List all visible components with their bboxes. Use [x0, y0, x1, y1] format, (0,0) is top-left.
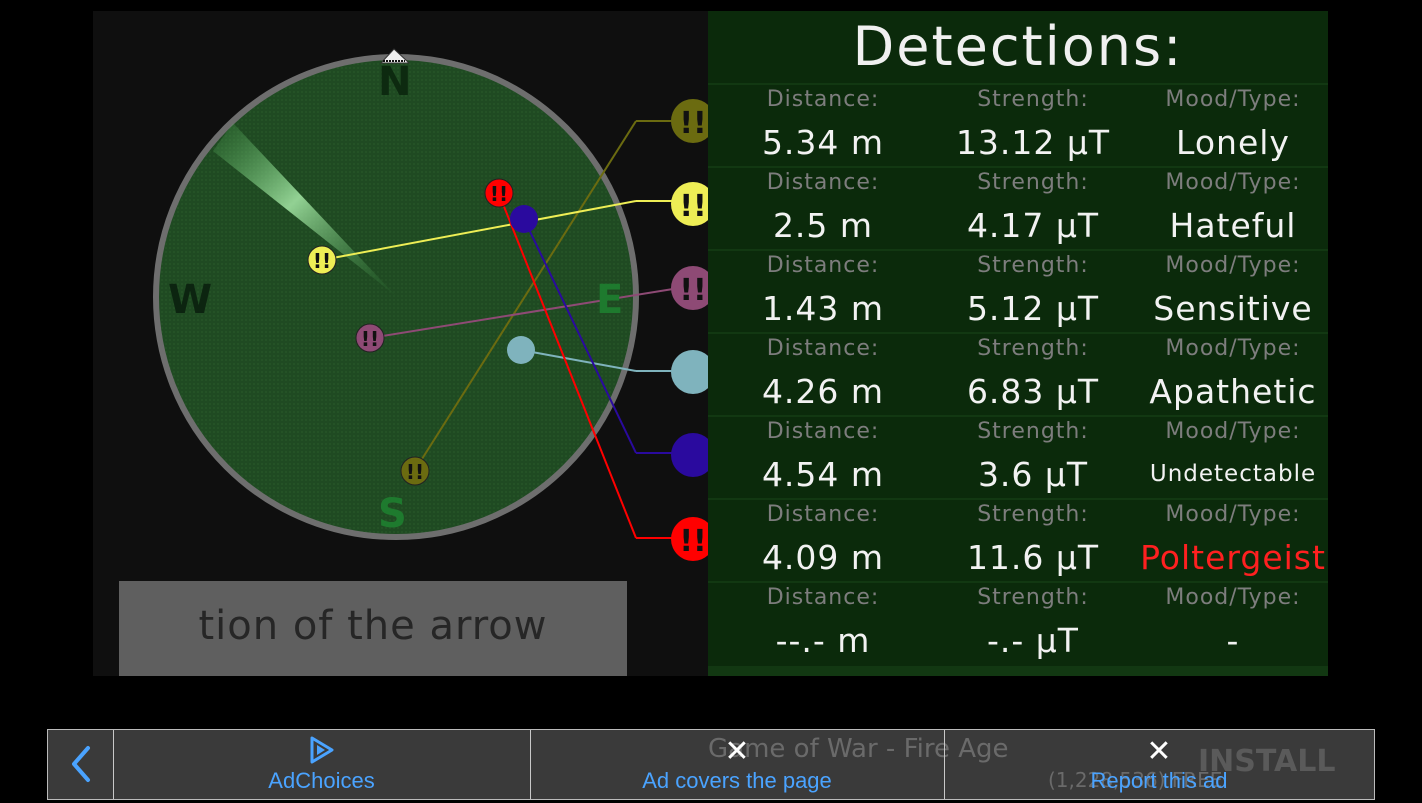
detection-marker-5: [671, 433, 708, 477]
distance-value: --.- m: [775, 621, 871, 660]
detection-marker-2: !!: [671, 182, 708, 226]
mood-value: Hateful: [1169, 206, 1297, 245]
mood-label: Mood/Type:: [1165, 585, 1301, 610]
radar-disc: [153, 54, 639, 540]
mood-label: Mood/Type:: [1165, 336, 1301, 361]
mood-value: Poltergeist: [1140, 538, 1326, 577]
distance-value: 4.54 m: [761, 455, 885, 494]
panel-footer-bar: [708, 666, 1328, 676]
mood-value: -: [1226, 621, 1240, 660]
detection-row: Distance: 2.5 m Strength: 4.17 μT Mood/Typ…: [708, 166, 1328, 250]
strength-value: 13.12 μT: [955, 123, 1111, 162]
strength-label: Strength:: [977, 502, 1089, 527]
mood-label: Mood/Type:: [1165, 419, 1301, 444]
radar-blip-3: !!: [355, 323, 385, 353]
svg-text:!!: !!: [679, 273, 706, 308]
adchoices-icon: [310, 736, 334, 764]
ad-covers-page-button[interactable]: ✕ Ad covers the page: [530, 730, 945, 799]
distance-value: 5.34 m: [761, 123, 885, 162]
compass-south: S: [378, 491, 407, 537]
svg-text:!!: !!: [313, 249, 331, 273]
svg-text:!!: !!: [679, 524, 706, 559]
distance-label: Distance:: [766, 419, 880, 444]
mood-value: Undetectable: [1149, 461, 1317, 487]
chevron-left-icon: [72, 746, 90, 782]
radar-blip-6: !!: [484, 178, 514, 208]
svg-text:!!: !!: [679, 106, 706, 141]
ad-covers-page-label: Ad covers the page: [642, 768, 832, 793]
report-ad-label: Report this ad: [1090, 768, 1228, 793]
mood-label: Mood/Type:: [1165, 87, 1301, 112]
mood-value: Apathetic: [1149, 372, 1317, 411]
distance-label: Distance:: [766, 336, 880, 361]
hint-banner: tion of the arrow: [119, 581, 627, 676]
compass-west: W: [168, 277, 213, 323]
distance-value: 4.26 m: [761, 372, 885, 411]
distance-label: Distance:: [766, 585, 880, 610]
close-icon: ✕: [724, 734, 750, 769]
mood-value: Lonely: [1176, 123, 1290, 162]
adchoices-label: AdChoices: [268, 768, 375, 793]
detection-row: Distance: 5.34 m Strength: 13.12 μT Mood/T…: [708, 83, 1328, 167]
svg-text:!!: !!: [679, 189, 706, 224]
detection-row: Distance: --.- m Strength: -.- μT Mood/Typ…: [708, 581, 1328, 665]
detection-row: Distance: 1.43 m Strength: 5.12 μT Mood/Ty…: [708, 249, 1328, 333]
svg-text:!!: !!: [490, 182, 508, 206]
strength-label: Strength:: [977, 585, 1089, 610]
hint-text: tion of the arrow: [198, 603, 548, 649]
mood-label: Mood/Type:: [1165, 253, 1301, 278]
strength-label: Strength:: [977, 87, 1089, 112]
detection-row: Distance: 4.09 m Strength: 11.6 μT Mood/Ty…: [708, 498, 1328, 582]
mood-value: Sensitive: [1153, 289, 1313, 328]
strength-label: Strength:: [977, 336, 1089, 361]
strength-value: 6.83 μT: [966, 372, 1100, 411]
detection-marker-6: !!: [671, 517, 708, 561]
strength-label: Strength:: [977, 419, 1089, 444]
compass-north: N: [378, 59, 412, 105]
strength-value: 4.17 μT: [966, 206, 1100, 245]
strength-label: Strength:: [977, 170, 1089, 195]
strength-value: -.- μT: [987, 621, 1079, 660]
detection-marker-4: [671, 350, 708, 394]
radar-blip-1: !!: [400, 456, 430, 486]
radar-blip-5: [510, 205, 538, 233]
radar: !! !! !! !! !! !! !! !!: [153, 48, 708, 561]
radar-blip-2: !!: [307, 245, 337, 275]
svg-text:!!: !!: [361, 327, 379, 351]
detections-panel: Detections: Distance: 5.34 m Strength: 13.…: [708, 11, 1328, 676]
ad-bar: Game of War - Fire Age (1,228,536) FREE …: [47, 729, 1375, 800]
detection-row: Distance: 4.54 m Strength: 3.6 μT Mood/Typ…: [708, 415, 1328, 499]
distance-label: Distance:: [766, 87, 880, 112]
strength-value: 5.12 μT: [966, 289, 1100, 328]
mood-label: Mood/Type:: [1165, 170, 1301, 195]
distance-label: Distance:: [766, 170, 880, 195]
panel-title: Detections:: [852, 15, 1184, 78]
mood-label: Mood/Type:: [1165, 502, 1301, 527]
report-ad-button[interactable]: ✕ Report this ad: [944, 730, 1374, 799]
detection-row: Distance: 4.26 m Strength: 6.83 μT Mood/Ty…: [708, 332, 1328, 416]
detection-marker-3: !!: [671, 266, 708, 310]
distance-label: Distance:: [766, 502, 880, 527]
adchoices-button[interactable]: AdChoices: [113, 730, 531, 799]
game-screen: !! !! !! !! !! !! !! !! N W E S tion of …: [93, 11, 1328, 676]
close-icon: ✕: [1146, 734, 1172, 769]
distance-value: 4.09 m: [761, 538, 885, 577]
strength-value: 3.6 μT: [977, 455, 1089, 494]
radar-blip-4: [507, 336, 535, 364]
ad-back-button[interactable]: [48, 730, 114, 799]
compass-east: E: [596, 277, 624, 323]
detection-marker-1: !!: [671, 99, 708, 143]
distance-value: 1.43 m: [761, 289, 885, 328]
strength-label: Strength:: [977, 253, 1089, 278]
strength-value: 11.6 μT: [966, 538, 1100, 577]
svg-text:!!: !!: [406, 460, 424, 484]
distance-value: 2.5 m: [772, 206, 874, 245]
distance-label: Distance:: [766, 253, 880, 278]
